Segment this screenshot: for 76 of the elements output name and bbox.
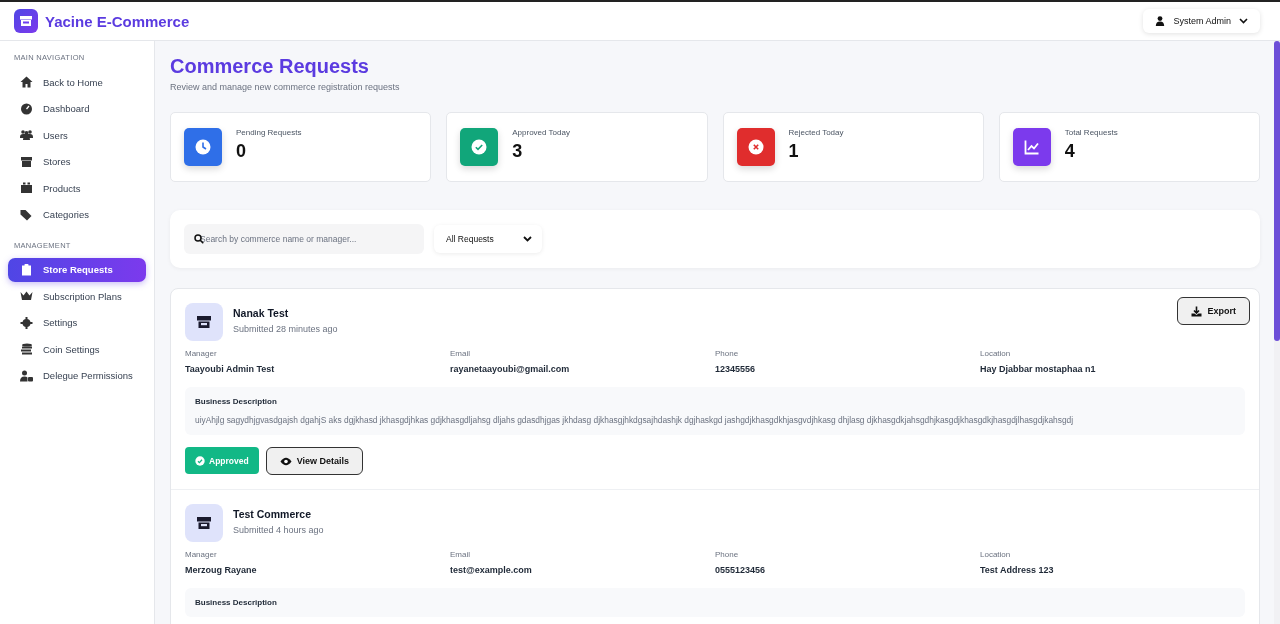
nav-item[interactable]: Products [8, 176, 146, 200]
gauge-icon [20, 102, 33, 115]
field-label: Location [980, 349, 1012, 358]
field-label: Manager [185, 550, 218, 559]
field-value: Merzoug Rayane [185, 565, 258, 575]
tag-icon [20, 208, 33, 221]
user-icon [1155, 16, 1166, 26]
user-lock-icon [20, 369, 33, 382]
commerce-name: Test Commerce [233, 507, 312, 520]
submitted-time: Submitted 28 minutes ago [233, 323, 339, 334]
download-icon [1191, 305, 1203, 317]
store-icon [20, 155, 33, 168]
store-logo-icon [14, 9, 38, 33]
status-dropdown[interactable]: All Requests [434, 225, 542, 253]
nav-item[interactable]: Back to Home [8, 70, 146, 94]
page-title: Commerce Requests [170, 55, 370, 78]
scrollbar-thumb[interactable] [1274, 41, 1280, 341]
field-value: test@example.com [450, 565, 533, 575]
stat-value: 1 [788, 141, 800, 162]
commerce-name: Nanak Test [233, 306, 290, 319]
store-icon [185, 303, 223, 341]
stat-label: Pending Requests [236, 128, 302, 137]
box-icon [20, 182, 33, 194]
user-menu-button[interactable]: System Admin [1143, 9, 1260, 33]
field-value: Taayoubi Admin Test [185, 364, 276, 374]
status-badge: Approved [185, 447, 259, 474]
clipboard-icon [20, 263, 33, 276]
description-label: Business Description [195, 598, 278, 607]
view-details-button[interactable]: View Details [265, 447, 364, 475]
field-value: Hay Djabbar mostaphaa n1 [980, 364, 1097, 374]
crown-icon [20, 290, 33, 302]
stat-value: 3 [512, 141, 524, 162]
field-label: Phone [715, 550, 740, 559]
field-value: Test Address 123 [980, 565, 1055, 575]
settings-icon [20, 316, 33, 329]
field-value: 0555123456 [715, 565, 767, 575]
field-label: Location [980, 550, 1012, 559]
stat-value: 0 [236, 141, 247, 162]
nav-item[interactable]: Settings [8, 310, 146, 335]
nav-item[interactable]: Categories [8, 202, 146, 227]
stat-label: Approved Today [512, 128, 570, 137]
home-icon [20, 76, 33, 88]
nav-item[interactable]: Dashboard [8, 96, 146, 121]
eye-icon [279, 456, 292, 466]
stat-label: Rejected Today [788, 128, 844, 137]
nav-item[interactable]: Coin Settings [8, 337, 146, 361]
nav-item[interactable]: Stores [8, 149, 146, 174]
users-icon [20, 129, 33, 141]
description-text: uiyAhjlg sagydhjgvasdgajsh dgahjS aks dgjkhasd jkhasgdjhkas gdjkhasgdljahsg dljahs gdasdhjgas jkhdasg djkhasgjhkdgsajhdashjk dgjhaskgd jashgdjkhasgdkhjasgvdjhkasg dhjlasg djkhasgdkjahsgdhjkasgdjkhasgdkjhasgdjlhasgdjkahsgdj [195, 415, 1075, 425]
export-button[interactable]: Export [1177, 297, 1250, 325]
field-label: Manager [185, 349, 218, 358]
store-icon [185, 504, 223, 542]
stat-label: Total Requests [1064, 128, 1118, 137]
field-label: Phone [715, 349, 740, 358]
submitted-time: Submitted 4 hours ago [233, 524, 325, 535]
stat-value: 4 [1064, 141, 1076, 162]
stat-icon [184, 128, 222, 166]
nav-item[interactable]: Users [8, 123, 146, 147]
chevron-down-icon [1239, 18, 1248, 24]
field-value: rayanetaayoubi@gmail.com [450, 364, 571, 374]
chevron-down-icon [523, 236, 532, 242]
field-label: Email [450, 550, 471, 559]
brand-name: Yacine E-Commerce [45, 12, 190, 30]
page-subtitle: Review and manage new commerce registration requests [170, 82, 401, 92]
check-circle-icon [195, 455, 205, 466]
scrollbar[interactable] [1274, 41, 1280, 624]
stat-icon [460, 128, 499, 166]
nav-item[interactable]: Delegue Permissions [8, 363, 146, 388]
nav-item[interactable]: Subscription Plans [8, 284, 146, 308]
field-label: Email [450, 349, 471, 358]
stat-icon [1012, 128, 1051, 166]
field-value: 12345556 [715, 364, 757, 374]
description-label: Business Description [195, 397, 278, 406]
nav-item[interactable]: Store Requests [8, 257, 146, 282]
coins-icon [20, 343, 33, 355]
stat-icon [736, 128, 775, 166]
